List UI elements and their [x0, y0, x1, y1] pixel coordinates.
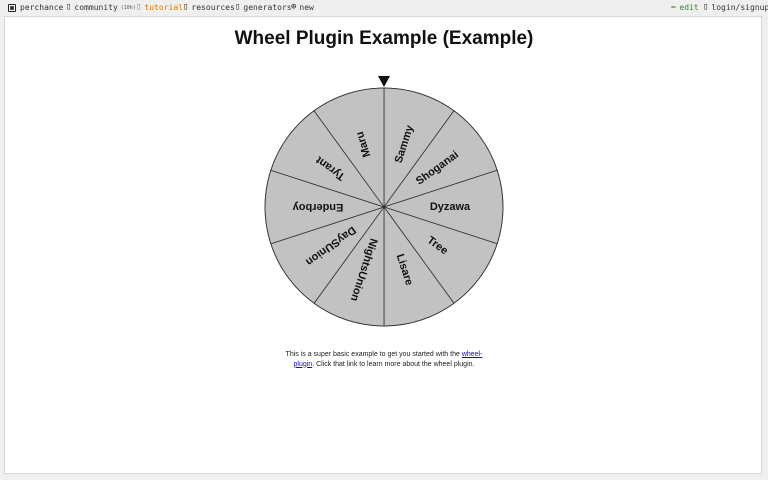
wheel-segment-label: Enderboy: [292, 201, 344, 213]
intro-note: This is a super basic example to get you…: [268, 350, 500, 369]
wheel-pointer-icon: [378, 76, 390, 87]
link-text-part-2: plugin: [293, 360, 313, 368]
wheel-segment-label: Dyzawa: [430, 201, 471, 213]
spin-wheel[interactable]: SammyShoganaiDyzawaTreeLisareNightsUnion…: [0, 0, 768, 480]
link-text-part-1: wheel-: [461, 351, 483, 358]
note-text-before: This is a super basic example to get you…: [285, 351, 462, 358]
note-text-after: . Click that link to learn more about th…: [312, 360, 475, 368]
